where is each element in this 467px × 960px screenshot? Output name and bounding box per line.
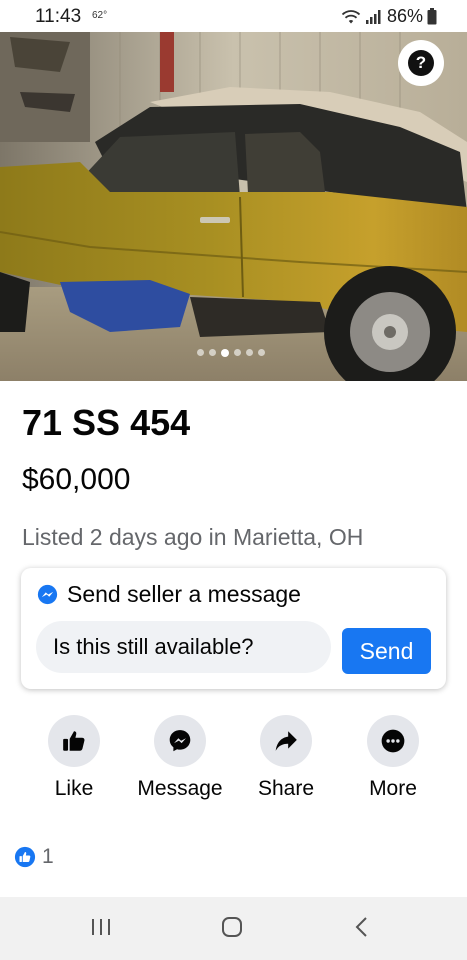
car-photo-image <box>0 32 467 381</box>
pagination-dot <box>246 349 253 356</box>
status-right: 86% <box>341 6 437 27</box>
send-button[interactable]: Send <box>342 628 431 674</box>
more-label: More <box>369 777 417 800</box>
more-dots-icon <box>381 729 405 753</box>
messenger-icon <box>169 730 191 752</box>
message-button[interactable]: Message <box>125 715 235 801</box>
more-button[interactable]: More <box>338 715 448 801</box>
listing-title: 71 SS 454 <box>22 402 191 443</box>
help-icon: ? <box>408 50 434 76</box>
message-card-title: Send seller a message <box>67 581 301 607</box>
photo-pagination-dots <box>197 348 265 357</box>
battery-percentage: 86% <box>386 6 423 26</box>
like-button[interactable]: Like <box>19 715 129 801</box>
pagination-dot-active <box>221 348 229 357</box>
like-button-circle[interactable] <box>48 715 100 767</box>
share-label: Share <box>257 777 315 800</box>
message-label: Message <box>137 777 223 800</box>
listing-meta: Listed 2 days ago in Marietta, OH <box>22 524 364 550</box>
share-arrow-icon <box>275 731 297 751</box>
like-reaction-icon <box>14 846 36 868</box>
action-row: Like Message Share More <box>0 715 467 805</box>
pagination-dot <box>197 349 204 356</box>
help-button[interactable]: ? <box>398 40 444 86</box>
share-button-circle[interactable] <box>260 715 312 767</box>
status-bar: 11:43 62° 86% <box>0 0 467 32</box>
status-time: 11:43 <box>35 6 82 27</box>
share-button[interactable]: Share <box>231 715 341 801</box>
wifi-icon <box>341 9 361 23</box>
battery-icon <box>427 8 437 25</box>
listing-photo[interactable]: ? <box>0 32 467 381</box>
message-input[interactable]: Is this still available? <box>36 621 331 673</box>
message-button-circle[interactable] <box>154 715 206 767</box>
listing-price: $60,000 <box>22 463 131 496</box>
thumbs-up-icon <box>63 731 85 751</box>
pagination-dot <box>258 349 265 356</box>
message-card-header: Send seller a message <box>37 581 301 608</box>
messenger-icon <box>37 584 58 605</box>
pagination-dot <box>209 349 216 356</box>
back-icon[interactable] <box>352 915 372 939</box>
reactions-summary[interactable]: 1 <box>14 845 54 869</box>
more-button-circle[interactable] <box>367 715 419 767</box>
send-message-card: Send seller a message Is this still avai… <box>21 568 446 689</box>
home-icon[interactable] <box>220 915 244 939</box>
like-label: Like <box>54 777 94 800</box>
reaction-count: 1 <box>42 845 54 868</box>
system-nav-bar <box>0 897 467 960</box>
signal-icon <box>365 9 381 24</box>
recent-apps-icon[interactable] <box>90 915 112 939</box>
pagination-dot <box>234 349 241 356</box>
status-temperature: 62° <box>92 10 108 21</box>
